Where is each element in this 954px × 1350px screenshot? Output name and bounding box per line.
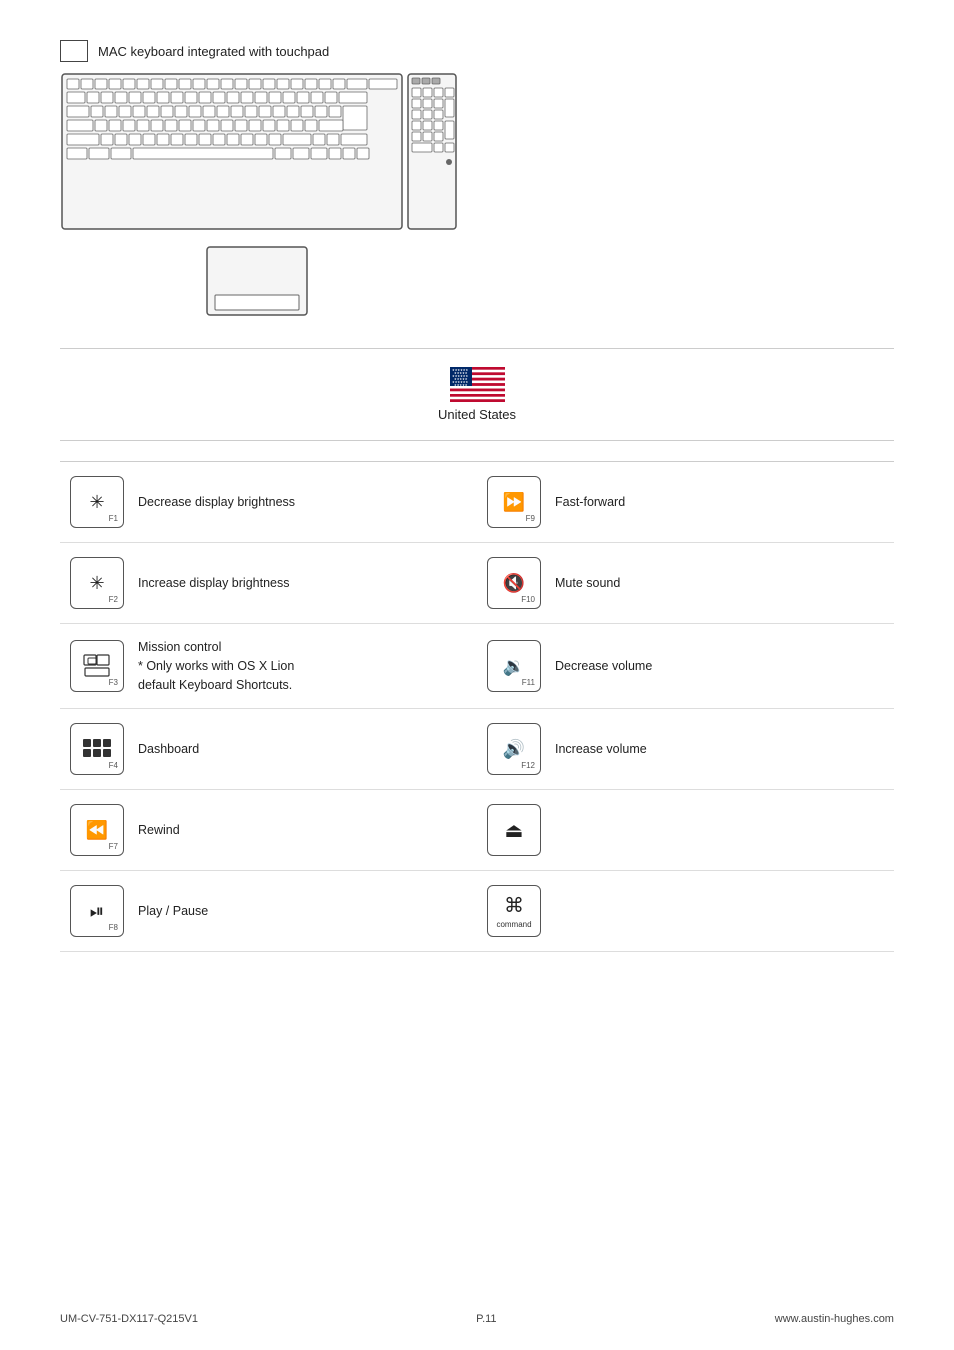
- f4-key-icon: F4: [70, 723, 124, 775]
- keyboard-diagram: [60, 72, 460, 245]
- f8-symbol: ⏯: [90, 902, 104, 920]
- us-flag-icon: ★★★★★★ ★★★★★ ★★★★★★ ★★★★★ ★★★★★★ ★★★★★: [450, 367, 505, 402]
- shortcut-f11: 🔉 F11 Decrease volume: [477, 624, 894, 709]
- shortcuts-grid: ✳ F1 Decrease display brightness ⏩ F9 Fa…: [60, 461, 894, 952]
- f10-label: F10: [521, 595, 535, 604]
- keyboard-section: MAC keyboard integrated with touchpad: [60, 40, 894, 328]
- country-label: United States: [438, 407, 516, 422]
- f1-description: Decrease display brightness: [138, 493, 295, 512]
- keyboard-label: MAC keyboard integrated with touchpad: [60, 40, 329, 62]
- f4-symbol: [83, 739, 111, 757]
- f11-label: F11: [522, 678, 535, 687]
- f10-description: Mute sound: [555, 574, 620, 593]
- f10-symbol: 🔇: [503, 574, 525, 592]
- divider-1: [60, 348, 894, 349]
- shortcut-f3: F3 Mission control* Only works with OS X…: [60, 624, 477, 709]
- f1-symbol: ✳: [89, 493, 104, 511]
- f11-symbol: 🔉: [503, 657, 525, 675]
- shortcut-f7: ⏪ F7 Rewind: [60, 790, 477, 871]
- f7-symbol: ⏪: [86, 821, 108, 839]
- shortcut-f1: ✳ F1 Decrease display brightness: [60, 462, 477, 543]
- cmd-label: command: [496, 920, 531, 929]
- f2-key-icon: ✳ F2: [70, 557, 124, 609]
- eject-symbol: ⏏: [505, 818, 524, 843]
- f2-label: F2: [109, 595, 118, 604]
- f9-symbol: ⏩: [503, 493, 525, 511]
- shortcut-f10: 🔇 F10 Mute sound: [477, 543, 894, 624]
- f11-key-icon: 🔉 F11: [487, 640, 541, 692]
- footer-website: www.austin-hughes.com: [775, 1313, 894, 1325]
- f9-description: Fast-forward: [555, 493, 625, 512]
- shortcut-eject: ⏏: [477, 790, 894, 871]
- f12-description: Increase volume: [555, 740, 647, 759]
- f12-symbol: 🔊: [503, 740, 525, 758]
- shortcut-f12: 🔊 F12 Increase volume: [477, 709, 894, 790]
- f7-description: Rewind: [138, 821, 180, 840]
- footer: UM-CV-751-DX117-Q215V1 P.11 www.austin-h…: [60, 1313, 894, 1325]
- f9-key-icon: ⏩ F9: [487, 476, 541, 528]
- f8-description: Play / Pause: [138, 902, 208, 921]
- f10-key-icon: 🔇 F10: [487, 557, 541, 609]
- keyboard-label-text: MAC keyboard integrated with touchpad: [98, 44, 329, 59]
- shortcuts-section: ✳ F1 Decrease display brightness ⏩ F9 Fa…: [60, 461, 894, 952]
- shortcut-f2: ✳ F2 Increase display brightness: [60, 543, 477, 624]
- f1-label: F1: [109, 514, 118, 523]
- eject-key-icon: ⏏: [487, 804, 541, 856]
- shortcut-f8: ⏯ F8 Play / Pause: [60, 871, 477, 952]
- cmd-symbol: ⌘: [504, 893, 524, 918]
- footer-page: P.11: [476, 1313, 496, 1325]
- f4-label: F4: [109, 761, 118, 770]
- f8-label: F8: [109, 923, 118, 932]
- f4-description: Dashboard: [138, 740, 199, 759]
- f12-key-icon: 🔊 F12: [487, 723, 541, 775]
- f11-description: Decrease volume: [555, 657, 652, 676]
- flag-section: ★★★★★★ ★★★★★ ★★★★★★ ★★★★★ ★★★★★★ ★★★★★ U…: [60, 367, 894, 422]
- f3-label: F3: [109, 678, 118, 687]
- f1-key-icon: ✳ F1: [70, 476, 124, 528]
- shortcut-f9: ⏩ F9 Fast-forward: [477, 462, 894, 543]
- cmd-key-icon: ⌘ command: [487, 885, 541, 937]
- f2-symbol: ✳: [89, 574, 104, 592]
- divider-2: [60, 440, 894, 441]
- footer-model: UM-CV-751-DX117-Q215V1: [60, 1313, 198, 1325]
- shortcut-f4: F4 Dashboard: [60, 709, 477, 790]
- f3-key-icon: F3: [70, 640, 124, 692]
- f7-label: F7: [109, 842, 118, 851]
- f2-description: Increase display brightness: [138, 574, 289, 593]
- svg-text:★★★★★: ★★★★★: [454, 383, 468, 387]
- f3-description: Mission control* Only works with OS X Li…: [138, 638, 294, 694]
- shortcut-cmd: ⌘ command: [477, 871, 894, 952]
- f9-label: F9: [526, 514, 535, 523]
- f7-key-icon: ⏪ F7: [70, 804, 124, 856]
- f12-label: F12: [521, 761, 535, 770]
- keyboard-label-box: [60, 40, 88, 62]
- f3-symbol: [83, 654, 111, 678]
- f8-key-icon: ⏯ F8: [70, 885, 124, 937]
- touchpad-diagram: [205, 245, 325, 328]
